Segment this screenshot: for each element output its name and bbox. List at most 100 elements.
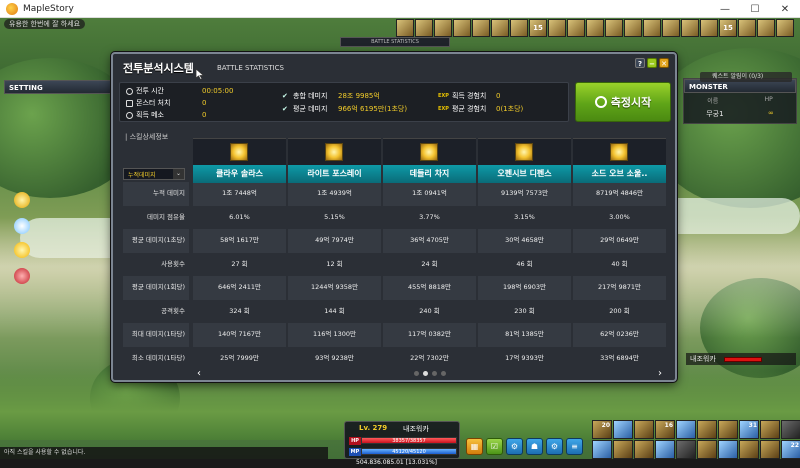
buff-icon[interactable] [491,19,509,37]
buff-icon[interactable] [624,19,642,37]
monster-icon [126,99,133,107]
quickslot[interactable]: 16 [655,420,675,439]
quickslot[interactable] [613,440,633,459]
buff-icon[interactable] [586,19,604,37]
monster-name: 무궁1 [706,110,724,118]
minimize-button[interactable]: — [710,0,740,18]
quickslot[interactable] [718,440,738,459]
stat-cell: 24 회 [383,252,476,276]
quickslot[interactable]: 31 [739,420,759,439]
quickslot[interactable] [592,440,612,459]
minimize-dialog-button[interactable]: − [647,58,657,68]
buff-icon[interactable]: 15 [529,19,547,37]
buff-icon[interactable] [415,19,433,37]
chat-message[interactable]: 아직 스킬을 사용할 수 없습니다. [0,447,328,459]
next-page-button[interactable]: › [654,368,666,379]
skill-header[interactable]: 소드 오브 소울.. [573,138,666,183]
buff-icon[interactable] [662,19,680,37]
stat-cell: 3.15% [478,205,571,229]
buff-icon[interactable] [548,19,566,37]
stat-cell: 3.77% [383,205,476,229]
event-button[interactable]: ☑ [486,438,503,455]
stat-cell: 30억 4658만 [478,229,571,253]
quickslot[interactable] [634,420,654,439]
quickslot[interactable] [655,440,675,459]
gift-icon[interactable] [14,268,30,284]
community-button[interactable]: ☗ [526,438,543,455]
skill-icon [610,143,628,161]
skill-header[interactable]: 라이트 포스레이 [288,138,381,183]
skill-name: 클라우 솔라스 [193,165,286,183]
event-icon[interactable] [14,218,30,234]
buff-icon[interactable]: 15 [719,19,737,37]
quickslot[interactable] [760,440,780,459]
settings-button[interactable]: ⚙ [546,438,563,455]
start-measure-button[interactable]: 측정시작 [575,82,671,122]
party-member[interactable]: 내조워카 [686,353,796,365]
quickslot[interactable] [634,440,654,459]
buff-icon[interactable] [757,19,775,37]
buff-icon[interactable] [396,19,414,37]
maximize-button[interactable]: ☐ [740,0,770,18]
buff-icon[interactable] [453,19,471,37]
chevron-down-icon[interactable]: ⌄ [173,169,184,179]
page-dot[interactable] [440,370,446,376]
quickslot[interactable] [697,440,717,459]
skill-column: 라이트 포스레이 1조 4939억 5.15% 49억 7974만 12 회 1244억 … [288,138,381,370]
quickslot[interactable] [676,420,696,439]
party-member-hp-bar [723,356,762,362]
page-dot[interactable] [422,370,428,376]
setting-panel-header[interactable]: SETTING [4,80,114,94]
buff-icon[interactable] [700,19,718,37]
dialog-subtitle: BATTLE STATISTICS [217,64,284,72]
buff-icon[interactable] [605,19,623,37]
buff-icon[interactable] [643,19,661,37]
skill-header[interactable]: 오펜시브 디펜스 [478,138,571,183]
skill-header[interactable]: 데들리 차지 [383,138,476,183]
stat-cell: 217억 9871만 [573,276,666,300]
meso-icon [126,111,133,119]
quickslot[interactable]: 22 [781,440,800,459]
buff-icon[interactable] [738,19,756,37]
buff-icon[interactable] [776,19,794,37]
quickslot[interactable] [781,420,800,439]
quickslot[interactable] [676,440,696,459]
quickslot[interactable] [718,420,738,439]
lightbulb-icon[interactable] [14,192,30,208]
buff-icon[interactable] [472,19,490,37]
quickslot[interactable] [697,420,717,439]
buff-icon[interactable] [681,19,699,37]
stat-row-label: 공격횟수 [123,299,189,323]
skill-name: 소드 오브 소울.. [573,165,666,183]
stat-cell: 12 회 [288,252,381,276]
help-button[interactable]: ? [635,58,645,68]
buff-icon[interactable] [434,19,452,37]
prev-page-button[interactable]: ‹ [193,368,205,379]
close-dialog-button[interactable]: ✕ [659,58,669,68]
cash-shop-button[interactable]: ▦ [466,438,483,455]
buff-icon[interactable] [510,19,528,37]
character-button[interactable]: ⚙ [506,438,523,455]
quest-notifier[interactable]: 퀘스트 알림이 (0/3) [700,72,792,82]
acquired-exp: EXP 획득 경험치 0 [438,92,501,100]
minimized-stats-tab[interactable]: BATTLE STATISTICS [340,37,450,47]
power-icon [594,96,607,108]
page-dot[interactable] [431,370,437,376]
stat-cell: 3.00% [573,205,666,229]
skill-header[interactable]: 클라우 솔라스 [193,138,286,183]
star-icon[interactable] [14,242,30,258]
quickslot[interactable] [613,420,633,439]
hp-bar: HP 38357/38357 [349,436,457,445]
quickslot[interactable] [760,420,780,439]
stat-row-label: 데미지 점유율 [123,205,189,229]
page-dot[interactable] [413,370,419,376]
menu-button[interactable]: ≡ [566,438,583,455]
exp-icon: EXP [438,93,449,99]
stat-filter-dropdown[interactable]: 누적데미지 ⌄ [123,168,185,180]
quickslot[interactable]: 20 [592,420,612,439]
close-button[interactable]: ✕ [770,0,800,18]
stat-cell: 8719억 4846만 [573,182,666,206]
quickslot[interactable] [739,440,759,459]
skill-name: 데들리 차지 [383,165,476,183]
buff-icon[interactable] [567,19,585,37]
